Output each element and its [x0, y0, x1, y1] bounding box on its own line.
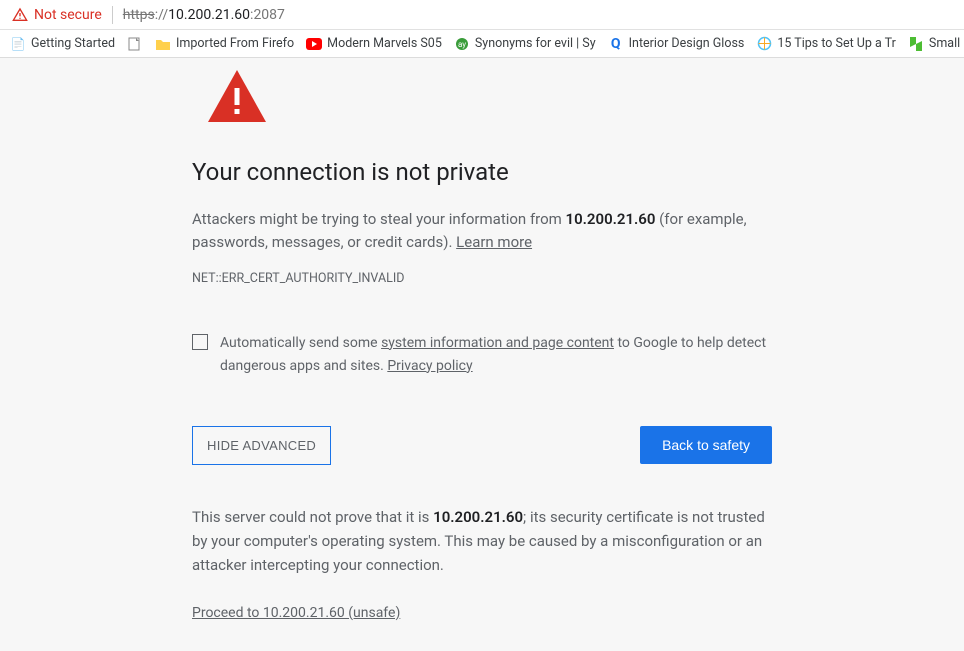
privacy-policy-link[interactable]: Privacy policy	[387, 358, 472, 374]
url-port: :2087	[250, 7, 285, 23]
bookmark-item[interactable]: 15 Tips to Set Up a Tr	[756, 36, 896, 52]
url-host: 10.200.21.60	[168, 7, 250, 23]
folder-icon	[155, 36, 171, 52]
bookmark-label: 15 Tips to Set Up a Tr	[777, 36, 896, 51]
reporting-row: Automatically send some system informati…	[192, 332, 772, 378]
svg-text:ay: ay	[458, 40, 466, 49]
warning-triangle-icon	[12, 7, 28, 23]
url[interactable]: https :// 10.200.21.60 :2087	[123, 7, 285, 23]
divider	[112, 6, 113, 24]
bookmark-item[interactable]: Q Interior Design Gloss	[608, 36, 745, 52]
adv-pre: This server could not prove that it is	[192, 508, 433, 526]
url-punct: ://	[155, 7, 168, 23]
proceed-row: Proceed to 10.200.21.60 (unsafe)	[192, 605, 772, 621]
bookmark-item[interactable]: 📄 Getting Started	[10, 36, 115, 52]
bookmark-item[interactable]: ay Synonyms for evil | Sy	[454, 36, 596, 52]
address-bar[interactable]: Not secure https :// 10.200.21.60 :2087	[0, 0, 964, 30]
system-info-link[interactable]: system information and page content	[381, 335, 614, 351]
bookmark-item[interactable]	[127, 36, 143, 52]
houzz-icon	[908, 36, 924, 52]
youtube-icon	[306, 36, 322, 52]
bookmark-label: Interior Design Gloss	[629, 36, 745, 51]
bookmark-label: Modern Marvels S05	[327, 36, 442, 51]
adv-host: 10.200.21.60	[433, 508, 523, 526]
bookmark-label: Synonyms for evil | Sy	[475, 36, 596, 51]
body-pre: Attackers might be trying to steal your …	[192, 210, 566, 228]
advanced-details: This server could not prove that it is 1…	[192, 505, 772, 577]
proceed-unsafe-link[interactable]: Proceed to 10.200.21.60 (unsafe)	[192, 605, 400, 621]
globe-icon	[756, 36, 772, 52]
warning-icon	[208, 70, 772, 126]
interstitial-page: Your connection is not private Attackers…	[0, 58, 964, 621]
page-heading: Your connection is not private	[192, 158, 772, 186]
opt-in-checkbox[interactable]	[192, 334, 208, 350]
green-dot-icon: ay	[454, 36, 470, 52]
hide-advanced-button[interactable]: HIDE ADVANCED	[192, 426, 331, 465]
reporting-text: Automatically send some system informati…	[220, 332, 772, 378]
url-protocol: https	[123, 7, 155, 23]
q-icon: Q	[608, 36, 624, 52]
bookmark-item[interactable]: Small Bathro	[908, 36, 964, 52]
body-host: 10.200.21.60	[566, 210, 656, 228]
error-code: NET::ERR_CERT_AUTHORITY_INVALID	[192, 271, 772, 286]
bookmark-label: Getting Started	[31, 36, 115, 51]
security-indicator[interactable]: Not secure	[12, 7, 102, 23]
bookmark-label: Small Bathro	[929, 36, 964, 51]
security-label: Not secure	[34, 7, 102, 23]
report-pre: Automatically send some	[220, 335, 381, 351]
page-icon: 📄	[10, 36, 26, 52]
bookmarks-bar: 📄 Getting Started Imported From Firefo M…	[0, 30, 964, 58]
button-row: HIDE ADVANCED Back to safety	[192, 426, 772, 465]
learn-more-link[interactable]: Learn more	[456, 233, 532, 251]
warning-body: Attackers might be trying to steal your …	[192, 208, 772, 255]
bookmark-item[interactable]: Modern Marvels S05	[306, 36, 442, 52]
bookmark-label: Imported From Firefo	[176, 36, 294, 51]
page-icon	[127, 36, 143, 52]
back-to-safety-button[interactable]: Back to safety	[640, 426, 772, 464]
bookmark-item[interactable]: Imported From Firefo	[155, 36, 294, 52]
